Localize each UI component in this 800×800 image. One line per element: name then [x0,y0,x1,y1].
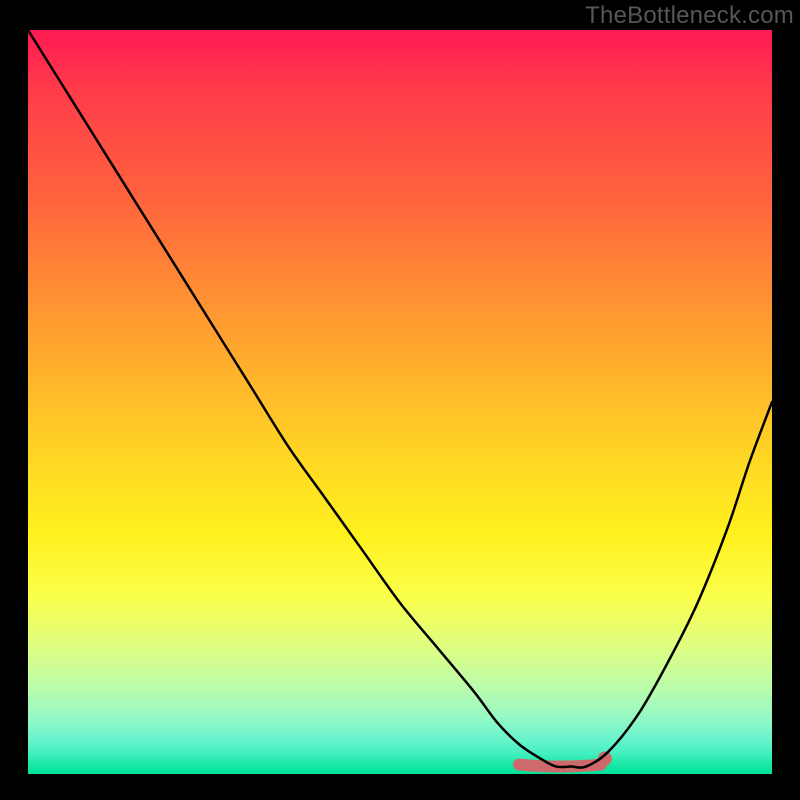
chart-frame: TheBottleneck.com [0,0,800,800]
curve-svg [28,30,772,774]
plot-area [28,30,772,774]
bottleneck-curve [28,30,772,768]
watermark-text: TheBottleneck.com [585,2,794,30]
